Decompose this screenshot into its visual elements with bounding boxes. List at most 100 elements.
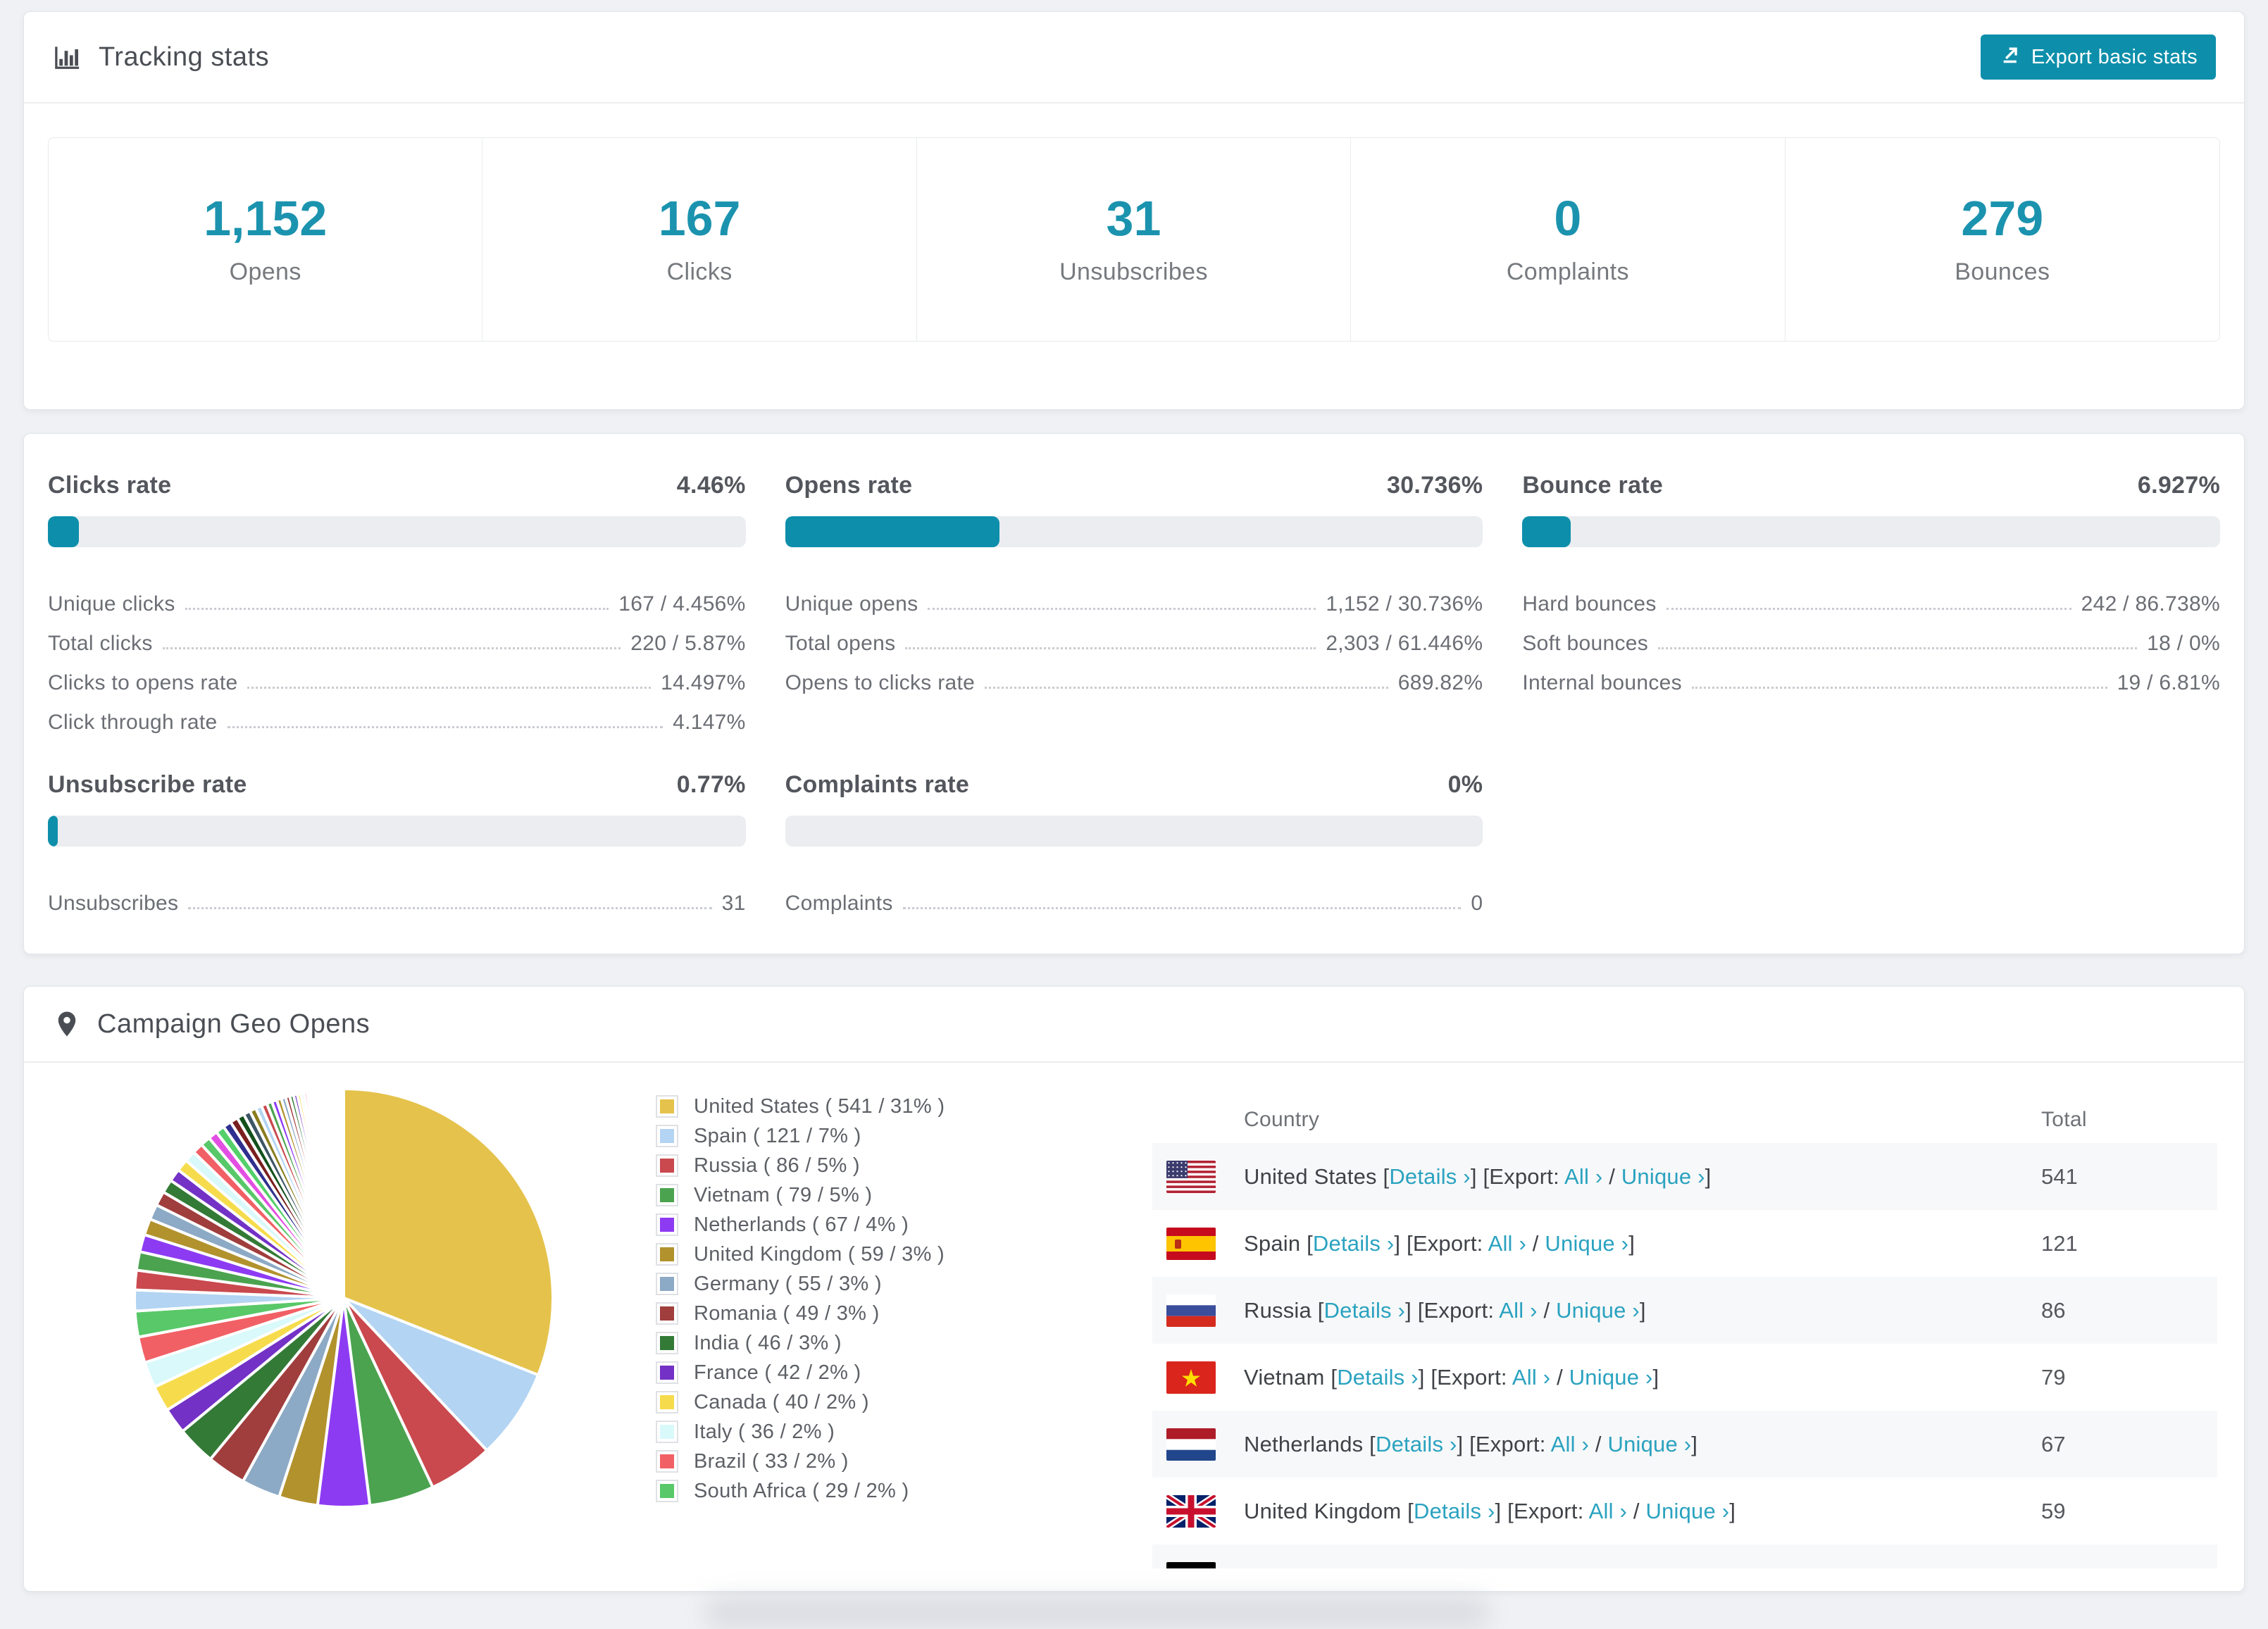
rate-detail-row: Click through rate 4.147% xyxy=(48,695,746,735)
details-link-vn[interactable]: Details › xyxy=(1337,1365,1419,1390)
legend-label: Canada ( 40 / 2% ) xyxy=(694,1390,869,1413)
legend-item-de: Germany ( 55 / 3% ) xyxy=(656,1269,1135,1299)
export-basic-stats-button[interactable]: Export basic stats xyxy=(1980,35,2216,80)
legend-label: United States ( 541 / 31% ) xyxy=(694,1094,945,1118)
stat-label: Opens xyxy=(229,258,301,285)
legend-label: Netherlands ( 67 / 4% ) xyxy=(694,1213,909,1236)
detail-value: 1,152 / 30.736% xyxy=(1326,592,1483,616)
total-cell: 541 xyxy=(2041,1163,2078,1189)
geo-table-row-gb: United Kingdom [Details ›] [Export: All … xyxy=(1152,1478,2217,1544)
details-link-nl[interactable]: Details › xyxy=(1376,1432,1457,1456)
legend-swatch xyxy=(656,1302,678,1325)
legend-swatch xyxy=(656,1125,678,1147)
rate-block-complaints-rate: Complaints rate 0% Complaints 0 xyxy=(785,771,1483,916)
detail-label: Clicks to opens rate xyxy=(48,671,238,694)
export-all-link-ru[interactable]: All › xyxy=(1499,1298,1537,1323)
rate-title: Complaints rate xyxy=(785,771,970,798)
details-link-es[interactable]: Details › xyxy=(1313,1231,1395,1256)
export-unique-link-ru[interactable]: Unique › xyxy=(1556,1298,1640,1323)
country-cell: Spain [Details ›] [Export: All › / Uniqu… xyxy=(1244,1230,1635,1256)
summary-stat-unsubscribes: 31 Unsubscribes xyxy=(917,138,1352,341)
detail-value: 14.497% xyxy=(661,671,746,694)
rate-progress-fill xyxy=(785,516,1000,547)
dotted-leader xyxy=(928,608,1316,610)
flag-es-icon xyxy=(1166,1227,1216,1260)
legend-item-vn: Vietnam ( 79 / 5% ) xyxy=(656,1180,1135,1210)
legend-swatch xyxy=(656,1421,678,1443)
rate-progress-bar xyxy=(785,516,1483,547)
legend-swatch xyxy=(656,1095,678,1118)
legend-swatch xyxy=(656,1332,678,1354)
rate-detail-row: Unique opens 1,152 / 30.736% xyxy=(785,577,1483,616)
rate-progress-fill xyxy=(1522,516,1571,547)
stat-value: 31 xyxy=(1106,190,1161,246)
dotted-leader xyxy=(227,726,663,728)
legend-item-ru: Russia ( 86 / 5% ) xyxy=(656,1151,1135,1180)
flag-us-icon xyxy=(1166,1160,1216,1193)
rate-detail-row: Internal bounces 19 / 6.81% xyxy=(1522,656,2220,695)
country-cell: United Kingdom [Details ›] [Export: All … xyxy=(1244,1498,1736,1523)
legend-label: South Africa ( 29 / 2% ) xyxy=(694,1479,909,1502)
geo-pie-chart xyxy=(129,1083,559,1513)
total-column-header: Total xyxy=(2041,1108,2087,1131)
export-all-link-vn[interactable]: All › xyxy=(1512,1365,1550,1390)
details-link-us[interactable]: Details › xyxy=(1389,1164,1471,1189)
export-unique-link-es[interactable]: Unique › xyxy=(1545,1231,1628,1256)
detail-value: 18 / 0% xyxy=(2147,632,2220,655)
country-column-header: Country xyxy=(1244,1108,1320,1131)
rate-progress-fill xyxy=(48,816,58,847)
geo-table-row-es: Spain [Details ›] [Export: All › / Uniqu… xyxy=(1152,1210,2217,1277)
export-all-link-es[interactable]: All › xyxy=(1488,1231,1526,1256)
rate-title: Clicks rate xyxy=(48,472,172,499)
export-unique-link-nl[interactable]: Unique › xyxy=(1607,1432,1691,1456)
flag-nl-icon xyxy=(1166,1428,1216,1461)
details-link-ru[interactable]: Details › xyxy=(1324,1298,1406,1323)
geo-table-row-ru: Russia [Details ›] [Export: All › / Uniq… xyxy=(1152,1277,2217,1344)
details-link-gb[interactable]: Details › xyxy=(1414,1499,1495,1523)
legend-swatch xyxy=(656,1361,678,1384)
export-unique-link-us[interactable]: Unique › xyxy=(1621,1164,1705,1189)
rate-progress-bar xyxy=(48,816,746,847)
legend-label: Germany ( 55 / 3% ) xyxy=(694,1272,882,1295)
export-unique-link-gb[interactable]: Unique › xyxy=(1646,1499,1730,1523)
rate-value: 30.736% xyxy=(1387,472,1483,499)
stat-value: 167 xyxy=(658,190,741,246)
rate-block-opens-rate: Opens rate 30.736% Unique opens 1,152 / 30.… xyxy=(785,472,1483,735)
summary-stat-complaints: 0 Complaints xyxy=(1351,138,1786,341)
bar-chart-icon xyxy=(52,42,83,73)
rate-progress-bar xyxy=(785,816,1483,847)
legend-item-ro: Romania ( 49 / 3% ) xyxy=(656,1299,1135,1328)
detail-label: Opens to clicks rate xyxy=(785,671,976,694)
rate-progress-bar xyxy=(48,516,746,547)
country-cell: Russia [Details ›] [Export: All › / Uniq… xyxy=(1244,1297,1646,1323)
total-cell: 59 xyxy=(2041,1498,2066,1523)
detail-label: Internal bounces xyxy=(1522,671,1682,694)
stat-label: Complaints xyxy=(1506,258,1629,285)
geo-table-row-us: United States [Details ›] [Export: All ›… xyxy=(1152,1143,2217,1210)
rate-detail-row: Total opens 2,303 / 61.446% xyxy=(785,616,1483,656)
export-all-link-gb[interactable]: All › xyxy=(1589,1499,1627,1523)
rate-progress-bar xyxy=(1522,516,2220,547)
rate-block-clicks-rate: Clicks rate 4.46% Unique clicks 167 / 4.456… xyxy=(48,472,746,735)
summary-stat-bounces: 279 Bounces xyxy=(1786,138,2219,341)
geo-table-row-partial xyxy=(1152,1544,2217,1568)
country-cell: United States [Details ›] [Export: All ›… xyxy=(1244,1163,1712,1189)
tracking-stats-title: Tracking stats xyxy=(52,42,269,73)
legend-label: Romania ( 49 / 3% ) xyxy=(694,1302,880,1325)
detail-label: Click through rate xyxy=(48,711,218,734)
detail-value: 19 / 6.81% xyxy=(2117,671,2220,694)
legend-swatch xyxy=(656,1273,678,1295)
export-all-link-us[interactable]: All › xyxy=(1564,1164,1602,1189)
legend-label: Brazil ( 33 / 2% ) xyxy=(694,1449,849,1473)
export-all-link-nl[interactable]: All › xyxy=(1551,1432,1589,1456)
stat-value: 279 xyxy=(1961,190,2044,246)
stat-label: Clicks xyxy=(666,258,733,285)
legend-swatch xyxy=(656,1391,678,1413)
export-unique-link-vn[interactable]: Unique › xyxy=(1569,1365,1653,1390)
legend-swatch xyxy=(656,1450,678,1473)
legend-item-it: Italy ( 36 / 2% ) xyxy=(656,1417,1135,1447)
legend-label: Spain ( 121 / 7% ) xyxy=(694,1124,861,1147)
legend-item-gb: United Kingdom ( 59 / 3% ) xyxy=(656,1240,1135,1269)
rate-value: 0.77% xyxy=(676,771,746,798)
legend-label: United Kingdom ( 59 / 3% ) xyxy=(694,1242,945,1266)
